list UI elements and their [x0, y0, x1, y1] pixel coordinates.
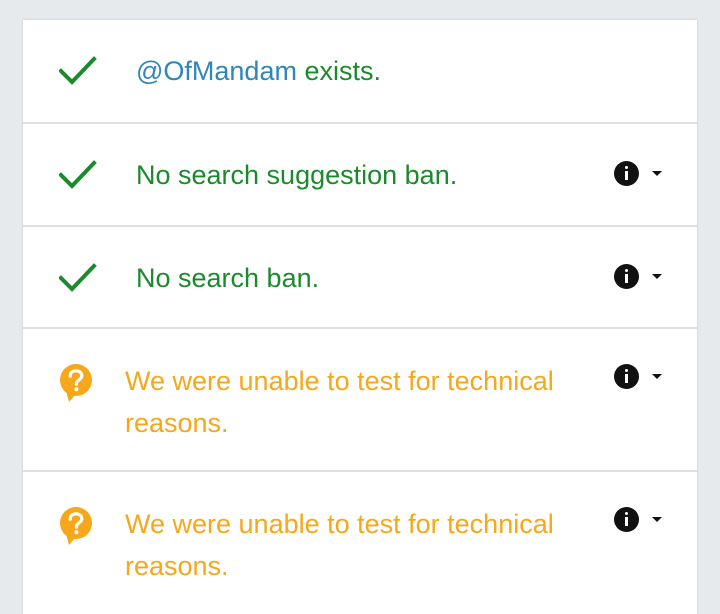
handle-link[interactable]: @OfMandam: [136, 56, 297, 86]
caret-down-icon[interactable]: [652, 273, 662, 279]
info-icon[interactable]: [614, 363, 639, 389]
details-toggle[interactable]: [614, 263, 662, 289]
details-toggle[interactable]: [614, 363, 662, 389]
caret-down-icon[interactable]: [652, 170, 662, 176]
check-icon: [59, 263, 97, 292]
result-text: No search suggestion ban.: [136, 160, 458, 190]
question-icon: [60, 364, 92, 402]
result-row-search-suggestion-ban: No search suggestion ban.: [23, 124, 697, 227]
result-text: No search ban.: [136, 263, 320, 293]
details-toggle[interactable]: [614, 160, 662, 186]
info-icon[interactable]: [614, 506, 639, 532]
check-icon: [59, 56, 97, 85]
result-row-exists: @OfMandam exists.: [23, 20, 697, 124]
result-text: We were unable to test for technical rea…: [125, 366, 554, 438]
result-text: We were unable to test for technical rea…: [125, 509, 554, 581]
results-card: @OfMandam exists. No search suggestion b…: [23, 20, 697, 614]
question-icon: [60, 507, 92, 545]
result-text: @OfMandam exists.: [136, 50, 381, 92]
result-row-technical-unknown-2: We were unable to test for technical rea…: [23, 472, 697, 614]
info-icon[interactable]: [614, 263, 639, 289]
result-text-suffix: exists.: [296, 56, 381, 86]
caret-down-icon[interactable]: [652, 373, 662, 379]
details-toggle[interactable]: [614, 506, 662, 532]
info-icon[interactable]: [614, 160, 639, 186]
check-icon: [59, 160, 97, 189]
result-row-search-ban: No search ban.: [23, 227, 697, 329]
result-row-technical-unknown-1: We were unable to test for technical rea…: [23, 329, 697, 472]
caret-down-icon[interactable]: [652, 516, 662, 522]
